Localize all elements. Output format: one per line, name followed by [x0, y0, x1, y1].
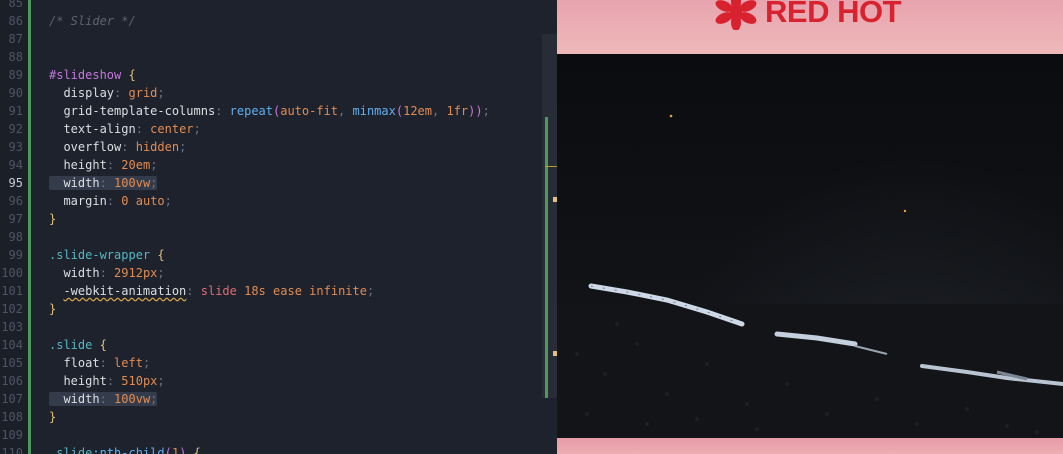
overview-cursor-line	[545, 166, 557, 167]
line-number: 108	[1, 410, 23, 424]
code-line[interactable]: 99 .slide-wrapper {	[0, 246, 540, 264]
line-number: 86	[8, 14, 23, 28]
line-number: 93	[8, 140, 23, 154]
code-line[interactable]: 97}	[0, 210, 540, 228]
line-text[interactable]: .slide {	[49, 336, 107, 354]
line-number: 105	[1, 356, 23, 370]
line-number: 109	[1, 428, 23, 442]
stadium-photo	[557, 114, 1063, 438]
line-text[interactable]: .slide-wrapper {	[49, 246, 165, 264]
code-line[interactable]: 95 width: 100vw;	[0, 174, 540, 192]
line-number: 92	[8, 122, 23, 136]
code-line[interactable]: 100 width: 2912px;	[0, 264, 540, 282]
line-text[interactable]: text-align: center;	[49, 120, 200, 138]
code-line[interactable]: 102}	[0, 300, 540, 318]
line-number: 88	[8, 50, 23, 64]
code-line[interactable]: 88	[0, 48, 540, 66]
line-text[interactable]: float: left;	[49, 354, 150, 372]
app-window: 85 86/* Slider */87 88 89 #slideshow {90 dis…	[0, 0, 1063, 454]
asterisk-logo-icon	[715, 0, 757, 30]
line-text[interactable]: margin: 0 auto;	[49, 192, 171, 210]
line-number: 96	[8, 194, 23, 208]
code-line[interactable]: 90 display: grid;	[0, 84, 540, 102]
line-text[interactable]: }	[49, 210, 56, 228]
code-line[interactable]: 92 text-align: center;	[0, 120, 540, 138]
line-number: 85	[8, 0, 23, 10]
slideshow-image	[557, 54, 1063, 438]
line-text[interactable]: grid-template-columns: repeat(auto-fit, …	[49, 102, 489, 120]
code-line[interactable]: 110 .slide:nth-child(1) {	[0, 444, 540, 454]
code-line[interactable]: 98	[0, 228, 540, 246]
code-line[interactable]: 104 .slide {	[0, 336, 540, 354]
site-logo[interactable]: RED HOT	[713, 0, 902, 30]
line-text[interactable]: }	[49, 300, 56, 318]
line-number: 102	[1, 302, 23, 316]
line-number: 91	[8, 104, 23, 118]
browser-preview[interactable]: RED HOT	[557, 0, 1063, 454]
line-number: 100	[1, 266, 23, 280]
line-number: 87	[8, 32, 23, 46]
code-line[interactable]: 101 -webkit-animation: slide 18s ease in…	[0, 282, 540, 300]
code-lines[interactable]: 85 86/* Slider */87 88 89 #slideshow {90 dis…	[0, 0, 540, 454]
overview-change-bar	[545, 117, 548, 398]
line-text[interactable]: -webkit-animation: slide 18s ease infini…	[49, 282, 374, 300]
code-line[interactable]: 109	[0, 426, 540, 444]
line-number: 107	[1, 392, 23, 406]
line-text[interactable]: /* Slider */	[49, 12, 136, 30]
line-number: 99	[8, 248, 23, 262]
line-text[interactable]: width: 100vw;	[49, 174, 158, 192]
code-line[interactable]: 94 height: 20em;	[0, 156, 540, 174]
line-number: 97	[8, 212, 23, 226]
line-number: 98	[8, 230, 23, 244]
line-number: 101	[1, 284, 23, 298]
code-line[interactable]: 89 #slideshow {	[0, 66, 540, 84]
line-text[interactable]: }	[49, 408, 56, 426]
line-text[interactable]: width: 100vw;	[49, 390, 158, 408]
code-editor[interactable]: 85 86/* Slider */87 88 89 #slideshow {90 dis…	[0, 0, 557, 454]
code-line[interactable]: 107 width: 100vw;	[0, 390, 540, 408]
code-line[interactable]: 87	[0, 30, 540, 48]
site-footer-strip	[557, 438, 1063, 454]
code-line[interactable]: 91 grid-template-columns: repeat(auto-fi…	[0, 102, 540, 120]
code-line[interactable]: 93 overflow: hidden;	[0, 138, 540, 156]
site-header: RED HOT	[557, 0, 1063, 54]
code-line[interactable]: 105 float: left;	[0, 354, 540, 372]
code-line[interactable]: 106 height: 510px;	[0, 372, 540, 390]
line-number: 94	[8, 158, 23, 172]
line-number: 89	[8, 68, 23, 82]
line-text[interactable]: width: 2912px;	[49, 264, 164, 282]
code-line[interactable]: 108}	[0, 408, 540, 426]
line-number: 104	[1, 338, 23, 352]
line-number: 103	[1, 320, 23, 334]
line-text[interactable]: height: 20em;	[49, 156, 157, 174]
line-number: 110	[1, 446, 23, 454]
line-text[interactable]: .slide:nth-child(1) {	[49, 444, 201, 454]
line-text[interactable]: height: 510px;	[49, 372, 164, 390]
site-title: RED HOT	[765, 0, 902, 29]
line-number: 90	[8, 86, 23, 100]
code-line[interactable]: 86 /* Slider */	[0, 12, 540, 30]
line-number: 95	[8, 176, 23, 190]
code-line[interactable]: 96 margin: 0 auto;	[0, 192, 540, 210]
code-line[interactable]: 103	[0, 318, 540, 336]
line-text[interactable]: overflow: hidden;	[49, 138, 186, 156]
line-text[interactable]: display: grid;	[49, 84, 164, 102]
line-text[interactable]: #slideshow {	[49, 66, 136, 84]
line-number: 106	[1, 374, 23, 388]
code-line[interactable]: 85	[0, 0, 540, 12]
